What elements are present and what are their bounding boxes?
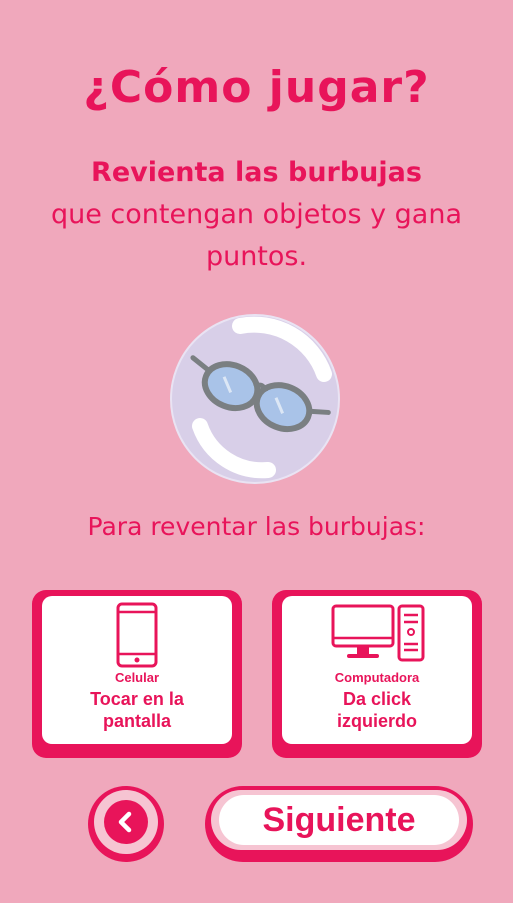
- next-button-ring: Siguiente: [211, 790, 467, 850]
- computer-icon: [282, 602, 472, 668]
- next-button-label: Siguiente: [219, 795, 459, 845]
- card-phone-action-line1: Tocar en la: [90, 689, 184, 709]
- back-button-core: [104, 800, 148, 844]
- back-button-ring: [94, 790, 158, 854]
- card-computer-action-line2: izquierdo: [337, 711, 417, 731]
- card-phone-action-line2: pantalla: [102, 711, 172, 731]
- next-button[interactable]: Siguiente: [205, 786, 473, 862]
- card-phone-face: Celular Tocar en la pantalla: [42, 596, 232, 744]
- page-title: ¿Cómo jugar?: [83, 62, 430, 113]
- card-phone-label: Celular: [114, 670, 160, 685]
- card-computer-label: Computadora: [334, 670, 420, 685]
- card-computer: Computadora Da click izquierdo: [272, 590, 482, 758]
- chevron-left-icon: [118, 811, 132, 833]
- subtitle: Para reventar las burbujas:: [87, 512, 426, 541]
- card-computer-action-line1: Da click: [342, 689, 412, 709]
- bubble-illustration: [170, 314, 340, 484]
- glasses-bubble-icon: [170, 314, 340, 484]
- card-phone-action: Tocar en la pantalla: [46, 688, 228, 732]
- card-phone: Celular Tocar en la pantalla: [32, 590, 242, 758]
- phone-icon: [42, 602, 232, 668]
- instructions: Revienta las burbujas que contengan obje…: [40, 152, 473, 278]
- card-computer-action: Da click izquierdo: [286, 688, 468, 732]
- instructions-rest: que contengan objetos y gana puntos.: [50, 199, 463, 272]
- back-button[interactable]: [88, 786, 164, 862]
- card-computer-face: Computadora Da click izquierdo: [282, 596, 472, 744]
- instructions-strong: Revienta las burbujas: [91, 157, 422, 188]
